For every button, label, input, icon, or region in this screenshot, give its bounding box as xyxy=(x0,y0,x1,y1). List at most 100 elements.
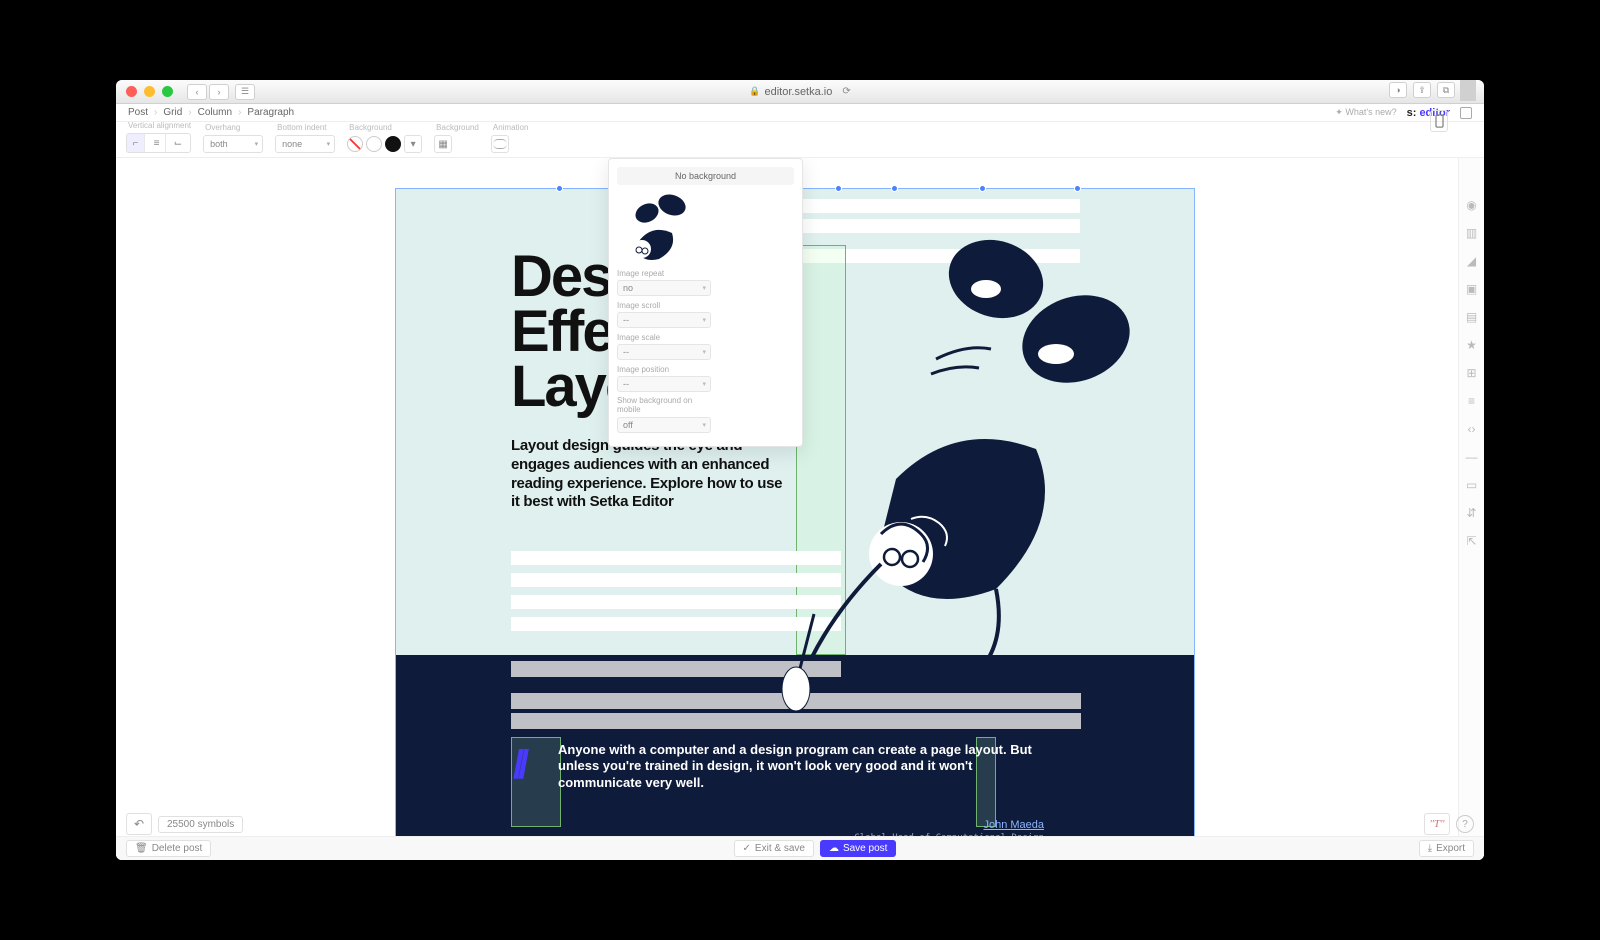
handle-icon[interactable] xyxy=(1074,185,1081,192)
footer-actions: 🗑Delete post ✓Exit & save ☁Save post ⤓Ex… xyxy=(116,836,1484,860)
placeholder-bar xyxy=(511,693,1081,709)
crumb-grid[interactable]: Grid xyxy=(163,107,182,118)
typography-button[interactable]: "T" xyxy=(1424,813,1450,835)
back-button[interactable]: ‹ xyxy=(187,84,207,100)
code-icon[interactable]: ‹› xyxy=(1465,422,1479,436)
image-scale-select[interactable]: -- xyxy=(617,344,711,360)
shield-icon[interactable]: ◑ xyxy=(1389,82,1407,98)
share-icon[interactable]: ⇪ xyxy=(1413,82,1431,98)
image-scroll-select[interactable]: -- xyxy=(617,312,711,328)
export-button[interactable]: ⤓Export xyxy=(1419,840,1474,857)
animation-group: Animation xyxy=(491,123,529,153)
align-middle-icon[interactable]: ≡ xyxy=(148,134,166,152)
delete-post-button[interactable]: 🗑Delete post xyxy=(126,840,211,857)
swatch-more-icon[interactable]: ▾ xyxy=(404,135,422,153)
columns-icon[interactable]: ▥ xyxy=(1465,226,1479,240)
list-icon[interactable]: ≡ xyxy=(1465,394,1479,408)
no-background-button[interactable]: No background xyxy=(617,167,794,185)
save-post-button[interactable]: ☁Save post xyxy=(820,840,896,857)
grid-icon[interactable]: ⊞ xyxy=(1465,366,1479,380)
titlebar-right: ◑ ⇪ ⧉ xyxy=(1389,82,1476,101)
canvas-stage: Designing Effective Layouts Layout desig… xyxy=(116,158,1484,860)
minimize-window-icon[interactable] xyxy=(144,86,155,97)
overhang-label: Overhang xyxy=(203,123,263,132)
handle-icon[interactable] xyxy=(556,185,563,192)
maximize-window-icon[interactable] xyxy=(162,86,173,97)
lock-icon: 🔒 xyxy=(749,86,760,97)
spacer-icon[interactable]: ⇵ xyxy=(1465,506,1479,520)
indent-group: Bottom indent none xyxy=(275,123,335,153)
mac-titlebar: ‹ › ☰ 🔒 editor.setka.io ⟳ ◑ ⇪ ⧉ xyxy=(116,80,1484,104)
exit-save-button[interactable]: ✓Exit & save xyxy=(734,840,814,857)
fullscreen-icon[interactable] xyxy=(1460,107,1472,119)
column-outline xyxy=(796,245,846,655)
indent-select[interactable]: none xyxy=(275,135,335,153)
bg-thumbnail[interactable] xyxy=(617,191,697,269)
whats-new-link[interactable]: ✦ What's new? xyxy=(1335,107,1396,118)
crumb-post[interactable]: Post xyxy=(128,107,148,118)
forward-button[interactable]: › xyxy=(209,84,229,100)
valign-group: Vertical alignment ⌐ ≡ ⌙ xyxy=(126,121,191,153)
align-top-icon[interactable]: ⌐ xyxy=(127,134,145,152)
bg-image-button[interactable]: ▦ xyxy=(434,135,452,153)
handle-icon[interactable] xyxy=(979,185,986,192)
gallery-icon[interactable]: ▤ xyxy=(1465,310,1479,324)
field-label: Image scale xyxy=(617,333,711,342)
background2-label: Background xyxy=(434,123,479,132)
mobile-icon xyxy=(1435,114,1444,128)
overhang-select[interactable]: both xyxy=(203,135,263,153)
hr-icon[interactable]: — xyxy=(1465,450,1479,464)
background-image-group: Background ▦ xyxy=(434,123,479,153)
background-label: Background xyxy=(347,123,422,132)
swatch-black-icon[interactable] xyxy=(385,136,401,152)
trash-icon: 🗑 xyxy=(135,843,148,854)
export-icon[interactable]: ⇱ xyxy=(1465,534,1479,548)
align-bottom-icon[interactable]: ⌙ xyxy=(169,134,187,152)
new-tab-button[interactable] xyxy=(1460,80,1476,101)
address-bar[interactable]: 🔒 editor.setka.io ⟳ xyxy=(749,86,850,98)
page-subtitle[interactable]: Layout design guides the eye and engages… xyxy=(511,437,786,512)
background-popover: No background Image repeatno Image scrol… xyxy=(608,158,803,447)
crumb-paragraph[interactable]: Paragraph xyxy=(247,107,294,118)
tabs-icon[interactable]: ⧉ xyxy=(1437,82,1455,98)
image-icon[interactable]: ▣ xyxy=(1465,282,1479,296)
background-group: Background ▾ xyxy=(347,123,422,153)
help-icon[interactable]: ? xyxy=(1456,815,1474,833)
animation-button[interactable] xyxy=(491,135,509,153)
placeholder-bar xyxy=(796,199,1080,213)
handle-icon[interactable] xyxy=(891,185,898,192)
traffic-lights xyxy=(116,86,173,97)
valign-label: Vertical alignment xyxy=(126,121,191,130)
cloud-icon: ☁ xyxy=(829,843,839,854)
valign-segment[interactable]: ⌐ ≡ ⌙ xyxy=(126,133,191,153)
browser-nav: ‹ › ☰ xyxy=(187,84,255,100)
swatch-white-icon[interactable] xyxy=(366,136,382,152)
field-label: Image position xyxy=(617,365,711,374)
crumb-column[interactable]: Column xyxy=(198,107,232,118)
sidebar-toggle-icon[interactable]: ☰ xyxy=(235,84,255,100)
placeholder-bar xyxy=(511,551,841,565)
handle-icon[interactable] xyxy=(835,185,842,192)
image-repeat-select[interactable]: no xyxy=(617,280,711,296)
undo-button[interactable]: ↶ xyxy=(126,813,152,835)
bg-mobile-select[interactable]: off xyxy=(617,417,711,433)
eye-icon[interactable]: ◉ xyxy=(1465,198,1479,212)
reload-icon[interactable]: ⟳ xyxy=(842,86,850,97)
placeholder-bar xyxy=(511,617,841,631)
editor-app: Post› Grid› Column› Paragraph ✦ What's n… xyxy=(116,104,1484,860)
field-label: Show background on mobile xyxy=(617,397,711,415)
frame-icon[interactable]: ▭ xyxy=(1465,478,1479,492)
image-position-select[interactable]: -- xyxy=(617,376,711,392)
status-bar: ↶ 25500 symbols "T" ? xyxy=(116,812,1484,836)
star-icon[interactable]: ★ xyxy=(1465,338,1479,352)
placeholder-bar xyxy=(511,573,841,587)
close-window-icon[interactable] xyxy=(126,86,137,97)
swatch-none-icon[interactable] xyxy=(347,136,363,152)
animation-label: Animation xyxy=(491,123,529,132)
browser-window: ‹ › ☰ 🔒 editor.setka.io ⟳ ◑ ⇪ ⧉ Post› Gr… xyxy=(116,80,1484,860)
device-preview-button[interactable] xyxy=(1430,110,1448,132)
fill-icon[interactable]: ◢ xyxy=(1465,254,1479,268)
right-tool-rail: ◉ ▥ ◢ ▣ ▤ ★ ⊞ ≡ ‹› — ▭ ⇵ ⇱ xyxy=(1458,158,1484,860)
placeholder-bar xyxy=(511,713,1081,729)
quote-text[interactable]: // Anyone with a computer and a design p… xyxy=(558,742,1044,791)
